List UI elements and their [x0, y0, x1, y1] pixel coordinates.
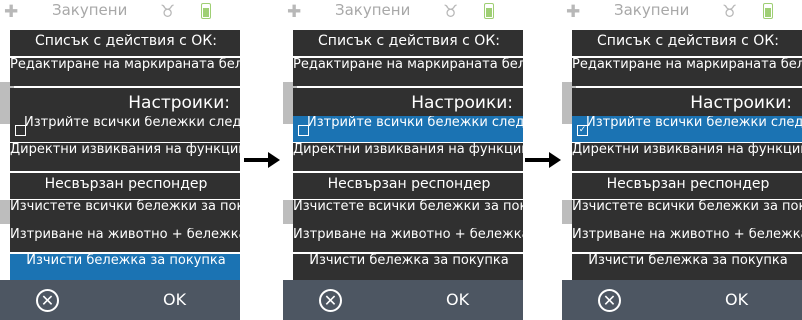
bottom-action-bar: ✕ OK [0, 280, 240, 320]
context-menu: Списък с действия с ОК: Редактиране на м… [293, 30, 523, 280]
context-menu: Списък с действия с ОК: Редактиране на м… [572, 30, 802, 280]
add-icon: ✚ [4, 2, 19, 22]
menu-item-actions-header: Списък с действия с ОК: [293, 30, 523, 56]
ok-button[interactable]: OK [163, 289, 186, 311]
battery-icon [484, 3, 494, 19]
arrow-right-icon [244, 152, 280, 168]
menu-item-actions-header: Списък с действия с ОК: [10, 30, 240, 56]
menu-settings-header: Настроики: [10, 88, 240, 116]
bottom-action-bar: ✕ OK [562, 280, 802, 320]
tab-title: Закупени [614, 1, 690, 19]
menu-item-direct-calls-header: Директни извиквания на функции: [572, 143, 802, 171]
menu-item-unlinked-responder[interactable]: Несвързан респондер [10, 173, 240, 199]
cow-icon: ♉ [160, 2, 176, 22]
add-icon: ✚ [566, 2, 581, 22]
screen-step-3: ✚ Закупени ♉ Списък с действия с ОК: Ред… [562, 0, 802, 320]
menu-settings-header: Настроики: [572, 88, 802, 116]
menu-item-unlinked-responder[interactable]: Несвързан респондер [293, 173, 523, 199]
battery-icon [201, 3, 211, 19]
tab-title: Закупени [52, 1, 128, 19]
status-bar: ✚ Закупени ♉ [562, 0, 802, 24]
screen-step-1: ✚ Закупени ♉ Списък с действия с ОК: Ред… [0, 0, 240, 320]
tab-title: Закупени [335, 1, 411, 19]
menu-item-delete-animal-note[interactable]: Изтриване на животно + бележка [293, 228, 523, 252]
status-bar: ✚ Закупени ♉ [0, 0, 240, 24]
cancel-icon[interactable]: ✕ [36, 289, 59, 312]
menu-item-unlinked-responder[interactable]: Несвързан респондер [572, 173, 802, 199]
menu-item-edit-note[interactable]: Редактиране на маркираната бележка [10, 58, 240, 86]
menu-item-delete-animal-note[interactable]: Изтриване на животно + бележка [10, 228, 240, 252]
menu-item-clear-purchase-notes[interactable]: Изчистете всички бележки за покупка [10, 200, 240, 228]
screen-step-2: ✚ Закупени ♉ Списък с действия с ОК: Ред… [283, 0, 523, 320]
ok-button[interactable]: OK [725, 289, 748, 311]
cancel-icon[interactable]: ✕ [598, 289, 621, 312]
menu-item-clear-purchase-note[interactable]: Изчисти бележка за покупка [10, 254, 240, 280]
menu-item-edit-note[interactable]: Редактиране на маркираната бележка [572, 58, 802, 86]
ok-button[interactable]: OK [446, 289, 469, 311]
arrow-right-icon [525, 152, 561, 168]
bottom-action-bar: ✕ OK [283, 280, 523, 320]
menu-item-delete-after-export[interactable]: Изтрийте всички бележки след експортиран… [10, 116, 240, 142]
cow-icon: ♉ [443, 2, 459, 22]
status-bar: ✚ Закупени ♉ [283, 0, 523, 24]
menu-item-clear-purchase-notes[interactable]: Изчистете всички бележки за покупка [293, 200, 523, 228]
menu-settings-header: Настроики: [293, 88, 523, 116]
menu-item-edit-note[interactable]: Редактиране на маркираната бележка [293, 58, 523, 86]
context-menu: Списък с действия с ОК: Редактиране на м… [10, 30, 240, 280]
checkbox[interactable] [298, 125, 309, 136]
menu-item-delete-animal-note[interactable]: Изтриване на животно + бележка [572, 228, 802, 252]
menu-item-direct-calls-header: Директни извиквания на функции: [293, 143, 523, 171]
checkbox[interactable] [15, 125, 26, 136]
cow-icon: ♉ [722, 2, 738, 22]
menu-item-clear-purchase-note[interactable]: Изчисти бележка за покупка [293, 254, 523, 280]
checkbox-checked[interactable]: ✓ [577, 125, 588, 136]
menu-item-delete-after-export[interactable]: ✓ Изтрийте всички бележки след експортир… [572, 116, 802, 142]
menu-item-direct-calls-header: Директни извиквания на функции: [10, 143, 240, 171]
add-icon: ✚ [287, 2, 302, 22]
menu-item-clear-purchase-notes[interactable]: Изчистете всички бележки за покупка [572, 200, 802, 228]
menu-item-delete-after-export[interactable]: Изтрийте всички бележки след експортиран… [293, 116, 523, 142]
menu-item-clear-purchase-note[interactable]: Изчисти бележка за покупка [572, 254, 802, 280]
menu-item-actions-header: Списък с действия с ОК: [572, 30, 802, 56]
battery-icon [763, 3, 773, 19]
cancel-icon[interactable]: ✕ [319, 289, 342, 312]
